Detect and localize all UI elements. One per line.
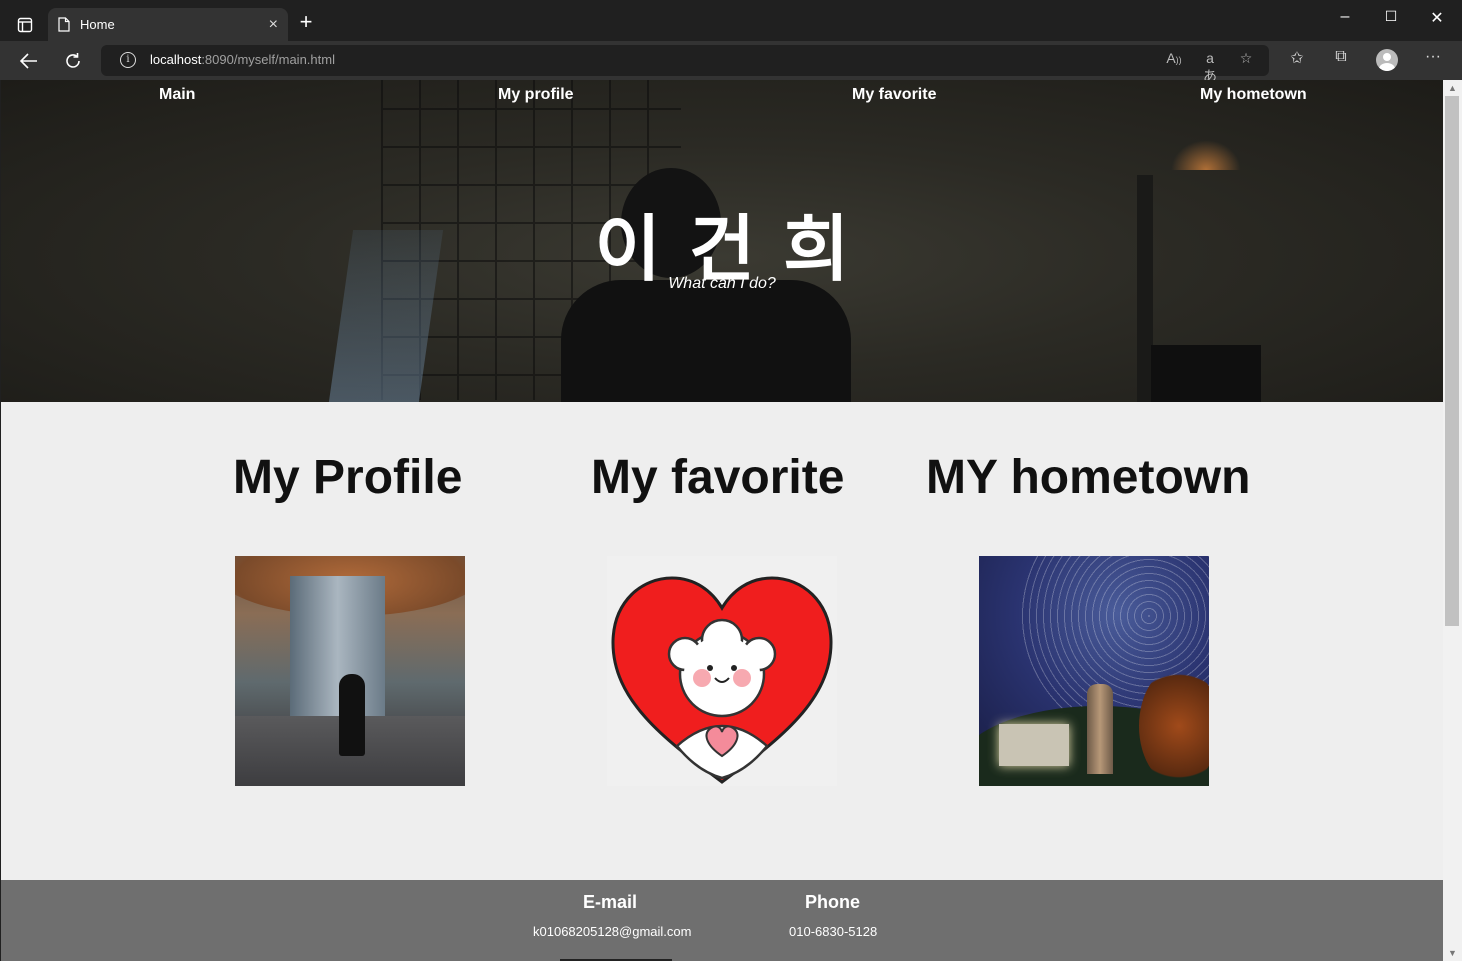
back-arrow-icon[interactable]	[16, 48, 42, 74]
add-favorite-icon[interactable]: ☆	[1236, 50, 1256, 67]
section-heading-profile: My Profile	[233, 451, 463, 504]
page-viewport: Main My profile My favorite My hometown …	[1, 80, 1443, 961]
hero-bg-table	[1151, 345, 1261, 402]
heart-puppy-illustration	[611, 576, 833, 784]
scrollbar-thumb[interactable]	[1445, 96, 1459, 626]
refresh-icon[interactable]	[60, 48, 86, 74]
profile-image[interactable]	[235, 556, 465, 786]
sidebar-toggle-icon[interactable]	[10, 10, 40, 40]
nav-link-my-hometown[interactable]: My hometown	[1200, 86, 1307, 104]
top-navigation: Main My profile My favorite My hometown	[1, 86, 1443, 108]
footer-phone-value: 010-6830-5128	[789, 924, 878, 939]
profile-avatar-icon[interactable]	[1376, 49, 1398, 71]
browser-tab-home[interactable]: Home ×	[48, 8, 288, 41]
tab-title: Home	[80, 17, 115, 32]
favorites-icon[interactable]: ✩	[1285, 48, 1309, 68]
url-host: localhost	[150, 52, 202, 67]
window-maximize-icon[interactable]: ☐	[1368, 8, 1414, 25]
hometown-image-tree	[1139, 666, 1209, 786]
window-minimize-icon[interactable]: –	[1322, 8, 1368, 26]
scroll-down-icon[interactable]: ▼	[1443, 945, 1462, 961]
section-heading-hometown: MY hometown	[926, 451, 1251, 504]
hero-bg-person-body	[561, 280, 851, 402]
new-tab-icon[interactable]: +	[294, 10, 318, 34]
page-scrollbar[interactable]: ▲ ▼	[1443, 80, 1462, 961]
favorite-image[interactable]	[607, 556, 837, 786]
hero-subtitle: What can I do?	[668, 275, 776, 292]
hero-banner: Main My profile My favorite My hometown …	[1, 80, 1443, 402]
hero-bg-lamp	[1171, 140, 1241, 170]
hometown-image[interactable]	[979, 556, 1209, 786]
more-menu-icon[interactable]: ···	[1421, 48, 1445, 66]
nav-link-my-favorite[interactable]: My favorite	[852, 86, 936, 104]
hometown-image-building	[999, 724, 1069, 766]
document-icon	[58, 17, 70, 32]
tab-close-icon[interactable]: ×	[269, 16, 278, 34]
scroll-up-icon[interactable]: ▲	[1443, 80, 1462, 96]
footer-email-label: E-mail	[583, 892, 638, 912]
section-heading-favorite: My favorite	[591, 451, 845, 504]
info-icon[interactable]: i	[120, 52, 136, 68]
nav-link-my-profile[interactable]: My profile	[498, 86, 574, 104]
page-footer: E-mail k01068205128@gmail.com Phone 010-…	[1, 880, 1443, 961]
profile-image-person	[339, 674, 365, 756]
window-close-icon[interactable]: ✕	[1414, 8, 1460, 28]
footer-phone-label: Phone	[805, 892, 861, 912]
url-text[interactable]: localhost:8090/myself/main.html	[150, 52, 335, 67]
browser-titlebar: Home × + – ☐ ✕	[0, 0, 1462, 41]
url-path: :8090/myself/main.html	[201, 52, 335, 67]
nav-link-main[interactable]: Main	[159, 86, 195, 104]
footer-email-value: k01068205128@gmail.com	[533, 924, 692, 939]
hometown-image-observatory	[1087, 684, 1113, 774]
collections-icon[interactable]: ⧉	[1329, 48, 1353, 66]
read-aloud-icon[interactable]: A))	[1164, 50, 1184, 66]
